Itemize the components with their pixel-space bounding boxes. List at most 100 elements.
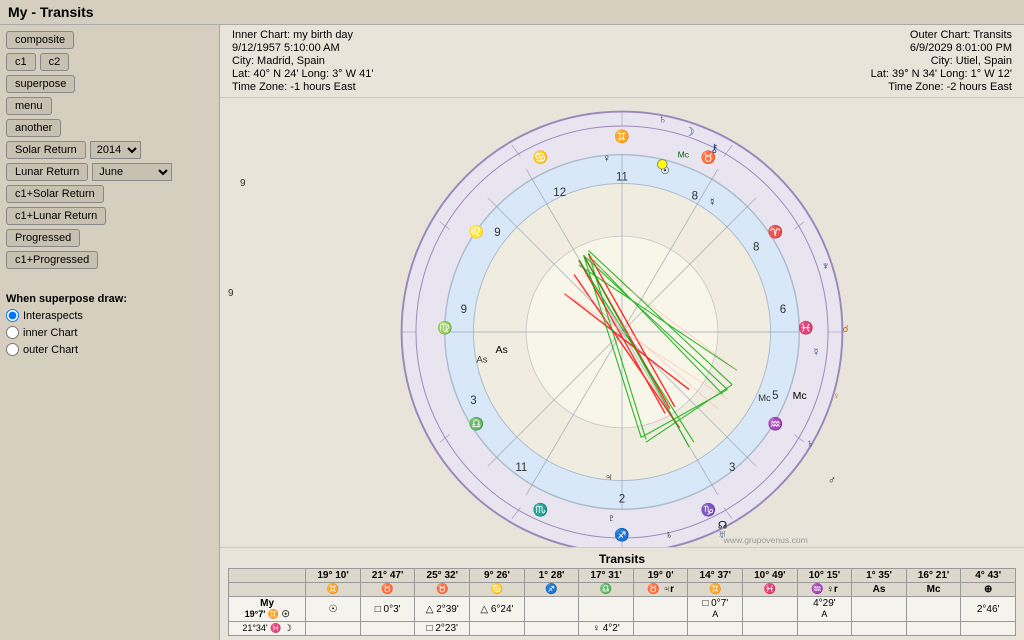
interaspects-radio[interactable] <box>6 309 19 322</box>
td-moon-2 <box>360 622 415 636</box>
td-my-12 <box>906 597 961 622</box>
td-my-8: □ 0°7'A <box>688 597 743 622</box>
composite-button[interactable]: composite <box>6 31 74 49</box>
menu-button[interactable]: menu <box>6 97 52 115</box>
th-col-10: 10° 15' <box>797 569 852 583</box>
td-moon-label: 21°34' ♓ ☽ <box>229 622 306 636</box>
lunar-return-button[interactable]: Lunar Return <box>6 163 88 181</box>
td-my-6 <box>579 597 634 622</box>
chart-house-9-label: 9 <box>240 178 246 189</box>
td-my-4: △ 6°24' <box>470 597 525 622</box>
th-sign-5: ♐ <box>524 583 579 597</box>
svg-text:11: 11 <box>515 462 527 474</box>
th-empty <box>229 569 306 583</box>
c1-progressed-button[interactable]: c1+Progressed <box>6 251 98 269</box>
td-moon-8 <box>688 622 743 636</box>
svg-text:9: 9 <box>461 304 467 316</box>
svg-text:♀: ♀ <box>603 152 611 164</box>
transits-header-row-2: ♊ ♉ ♉ ♋ ♐ ♎ ♉ ♃r ♊ ♓ ♒ ♀r As Mc <box>229 583 1016 597</box>
th-col-7: 19° 0' <box>633 569 688 583</box>
th-col-5: 1° 28' <box>524 569 579 583</box>
td-my-5 <box>524 597 579 622</box>
th-sign-8: ♊ <box>688 583 743 597</box>
inner-chart-radio[interactable] <box>6 326 19 339</box>
svg-text:As: As <box>496 344 508 356</box>
superpose-button[interactable]: superpose <box>6 75 75 93</box>
transits-table: 19° 10' 21° 47' 25° 32' 9° 26' 1° 28' 17… <box>228 568 1016 636</box>
content-area: Inner Chart: my birth day 9/12/1957 5:10… <box>220 25 1024 640</box>
inner-chart-timezone: Time Zone: -1 hours East <box>232 81 373 93</box>
svg-text:♓: ♓ <box>798 320 814 335</box>
td-my-1: ☉ <box>306 597 361 622</box>
another-row: another <box>6 119 213 137</box>
transits-section: Transits 19° 10' 21° 47' 25° 32' 9° 26' … <box>220 547 1024 640</box>
th-sign-7: ♉ ♃r <box>633 583 688 597</box>
svg-text:♄: ♄ <box>658 114 667 126</box>
title-bar: My - Transits <box>0 0 1024 25</box>
svg-text:Mc: Mc <box>758 393 771 404</box>
th-sign-2: ♉ <box>360 583 415 597</box>
table-row-my: My19°7' ♊ ☉ ☉ □ 0°3' △ 2°39' △ 6°24' □ 0… <box>229 597 1016 622</box>
th-col-6: 17° 31' <box>579 569 634 583</box>
outer-chart-row: outer Chart <box>6 343 213 356</box>
svg-text:Mc: Mc <box>793 390 807 402</box>
another-button[interactable]: another <box>6 119 61 137</box>
c1-progressed-row: c1+Progressed <box>6 251 213 269</box>
th-sign-3: ♉ <box>415 583 470 597</box>
c1-solar-button[interactable]: c1+Solar Return <box>6 185 104 203</box>
main-layout: composite c1 c2 superpose menu another S… <box>0 25 1024 640</box>
inner-chart-info: Inner Chart: my birth day 9/12/1957 5:10… <box>232 29 373 93</box>
c1-solar-row: c1+Solar Return <box>6 185 213 203</box>
c1-lunar-button[interactable]: c1+Lunar Return <box>6 207 106 225</box>
composite-row: composite <box>6 31 213 49</box>
td-my-2: □ 0°3' <box>360 597 415 622</box>
inner-chart-city: City: Madrid, Spain <box>232 55 373 67</box>
outer-chart-city: City: Utiel, Spain <box>871 55 1012 67</box>
title-text: My - Transits <box>8 4 94 20</box>
svg-text:☿: ☿ <box>812 347 821 359</box>
lunar-return-month-select[interactable]: January February March April May June Ju… <box>92 163 172 181</box>
c1-button[interactable]: c1 <box>6 53 36 71</box>
td-my-7 <box>633 597 688 622</box>
solar-return-year-select[interactable]: 2012 2013 2014 2015 2016 <box>90 141 141 159</box>
svg-text:6: 6 <box>780 304 786 316</box>
svg-text:♏: ♏ <box>533 502 549 517</box>
svg-text:☿: ☿ <box>708 197 716 209</box>
outer-chart-info: Outer Chart: Transits 6/9/2029 8:01:00 P… <box>871 29 1012 93</box>
menu-row: menu <box>6 97 213 115</box>
svg-text:As: As <box>476 355 487 366</box>
svg-text:2: 2 <box>619 494 625 506</box>
th-col-1: 19° 10' <box>306 569 361 583</box>
solar-return-button[interactable]: Solar Return <box>6 141 86 159</box>
svg-text:8: 8 <box>692 191 698 203</box>
progressed-button[interactable]: Progressed <box>6 229 80 247</box>
table-row-moon: 21°34' ♓ ☽ □ 2°23' ♀ 4°2' <box>229 622 1016 636</box>
td-moon-7 <box>633 622 688 636</box>
svg-text:☽: ☽ <box>684 127 694 139</box>
svg-text:♐: ♐ <box>614 527 630 542</box>
outer-chart-timezone: Time Zone: -2 hours East <box>871 81 1012 93</box>
td-my-3: △ 2°39' <box>415 597 470 622</box>
svg-text:11: 11 <box>616 172 628 184</box>
lunar-return-row: Lunar Return January February March Apri… <box>6 163 213 181</box>
chart-info-header: Inner Chart: my birth day 9/12/1957 5:10… <box>220 25 1024 98</box>
svg-text:3: 3 <box>470 395 476 407</box>
inner-chart-latlong: Lat: 40° N 24' Long: 3° W 41' <box>232 68 373 80</box>
svg-text:Mc: Mc <box>678 150 690 160</box>
outer-chart-radio[interactable] <box>6 343 19 356</box>
inner-chart-date: 9/12/1957 5:10:00 AM <box>232 42 373 54</box>
svg-text:♃: ♃ <box>605 472 613 484</box>
svg-text:☊: ☊ <box>718 519 728 531</box>
th-sign-13: ⊕ <box>961 583 1016 597</box>
td-my-label: My19°7' ♊ ☉ <box>229 597 306 622</box>
progressed-row: Progressed <box>6 229 213 247</box>
svg-text:♀: ♀ <box>833 391 840 402</box>
c2-button[interactable]: c2 <box>40 53 70 71</box>
th-col-4: 9° 26' <box>470 569 525 583</box>
when-superpose-label: When superpose draw: <box>6 293 213 305</box>
transits-header-row-1: 19° 10' 21° 47' 25° 32' 9° 26' 1° 28' 17… <box>229 569 1016 583</box>
outer-chart-label: outer Chart <box>23 344 78 356</box>
td-moon-4 <box>470 622 525 636</box>
c1-c2-row: c1 c2 <box>6 53 213 71</box>
svg-text:♑: ♑ <box>701 502 717 517</box>
